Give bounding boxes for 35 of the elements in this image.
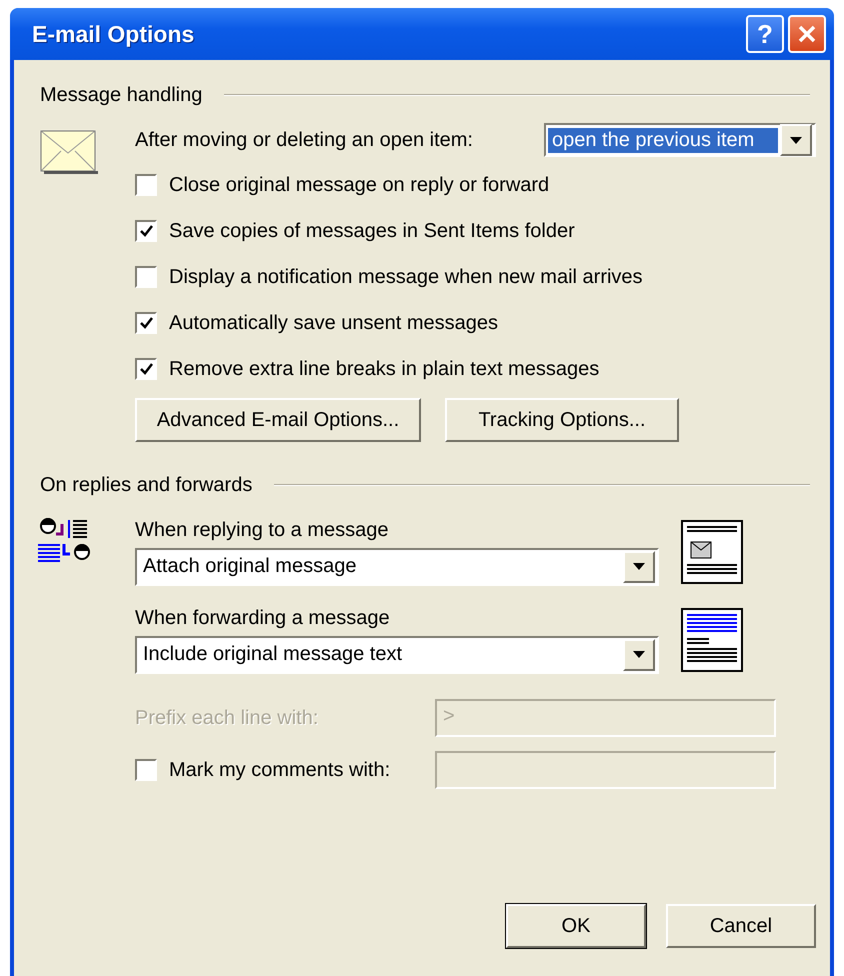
dropdown-arrow-icon: [633, 651, 645, 658]
field-label: When forwarding a message: [135, 606, 391, 630]
check-mark-icon: [140, 225, 152, 237]
dropdown[interactable]: Include original message text: [135, 636, 659, 674]
checkbox-label: Display a notification message when new mail arrives: [169, 266, 643, 288]
field-label: After moving or deleting an open item:: [135, 128, 474, 152]
close-icon: [797, 24, 817, 44]
close-button[interactable]: [788, 15, 826, 53]
group-heading: On replies and forwards: [39, 474, 252, 496]
dropdown[interactable]: Attach original message: [135, 548, 659, 586]
dropdown-arrow-icon: [790, 136, 802, 144]
dropdown-arrow-icon: [633, 563, 645, 570]
help-button[interactable]: ?: [746, 15, 784, 53]
checkbox-label: Save copies of messages in Sent Items folder: [169, 220, 575, 242]
checkbox[interactable]: [135, 266, 157, 288]
checkbox-label: Mark my comments with:: [169, 758, 390, 782]
checkbox[interactable]: [135, 174, 157, 196]
options-button[interactable]: Tracking Options...: [445, 398, 679, 442]
field-label: Prefix each line with:: [135, 706, 320, 730]
checkbox-label: Remove extra line breaks in plain text messages: [169, 358, 600, 380]
checkbox[interactable]: [135, 312, 157, 334]
group-heading: Message handling: [39, 84, 202, 106]
check-mark-icon: [140, 317, 152, 329]
window-title: E-mail Options: [31, 20, 196, 48]
dropdown[interactable]: open the previous item: [544, 123, 816, 157]
checkbox-label: Automatically save unsent messages: [169, 312, 498, 334]
dialog-button[interactable]: OK: [506, 904, 646, 948]
field-label: When replying to a message: [135, 518, 390, 542]
dialog-button[interactable]: Cancel: [666, 904, 816, 948]
checkbox[interactable]: [135, 220, 157, 242]
checkbox[interactable]: [135, 358, 157, 380]
checkbox-label: Close original message on reply or forward: [169, 174, 550, 196]
check-mark-icon: [140, 363, 152, 375]
options-button[interactable]: Advanced E-mail Options...: [135, 398, 421, 442]
envelope-icon: [40, 130, 98, 174]
